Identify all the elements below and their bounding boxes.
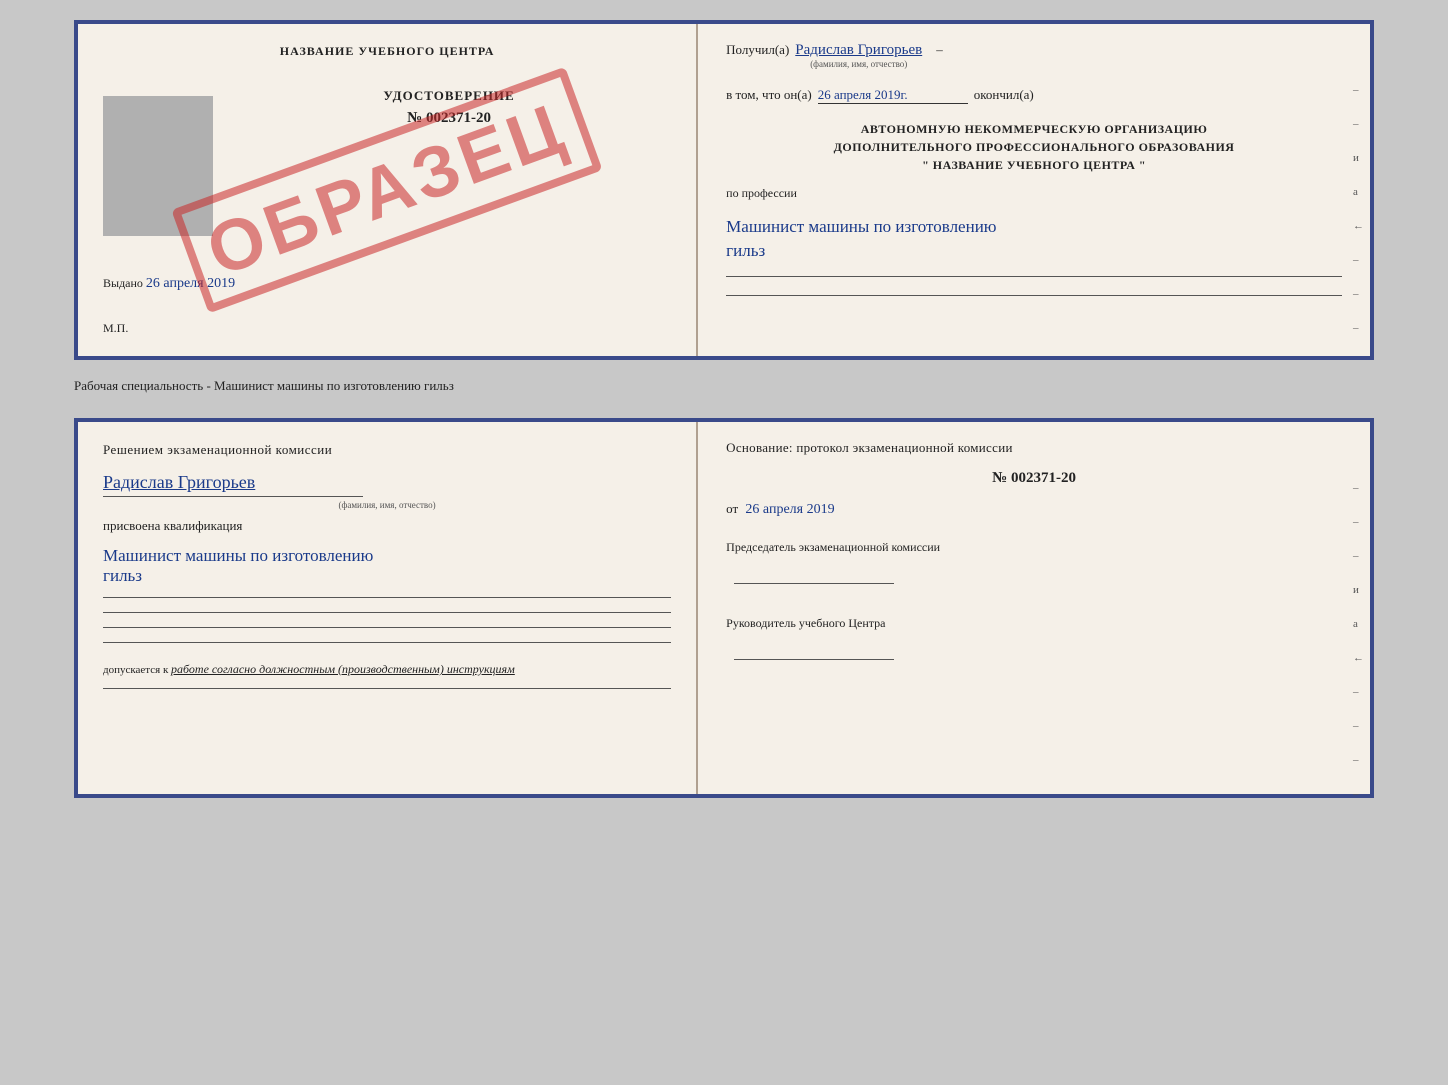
- profession-label: по профессии: [726, 186, 1342, 201]
- school-name-top: НАЗВАНИЕ УЧЕБНОГО ЦЕНТРА: [103, 44, 671, 59]
- poluchil-name: Радислав Григорьев: [795, 42, 922, 58]
- subtitle-line: Рабочая специальность - Машинист машины …: [74, 378, 454, 394]
- ruk-block: Руководитель учебного Центра: [726, 616, 1342, 664]
- top-document: НАЗВАНИЕ УЧЕБНОГО ЦЕНТРА УДОСТОВЕРЕНИЕ №…: [74, 20, 1374, 360]
- org-block: АВТОНОМНУЮ НЕКОММЕРЧЕСКУЮ ОРГАНИЗАЦИЮ ДО…: [726, 120, 1342, 174]
- line-sep3: [103, 597, 671, 598]
- line-sep2: [726, 295, 1342, 296]
- ot-label: от: [726, 501, 738, 516]
- side-marks-top: – – и а ← – – –: [1353, 84, 1364, 334]
- cert-number: № 002371-20: [407, 110, 491, 127]
- profession-value2: гильз: [726, 241, 1342, 261]
- ruk-label: Руководитель учебного Центра: [726, 616, 1342, 631]
- bottom-doc-left: Решением экзаменационной комиссии Радисл…: [78, 422, 698, 794]
- mp-line: М.П.: [103, 321, 671, 336]
- org-line1: АВТОНОМНУЮ НЕКОММЕРЧЕСКУЮ ОРГАНИЗАЦИЮ: [726, 120, 1342, 138]
- dopusk-value: работе согласно должностным (производств…: [171, 662, 515, 676]
- photo-placeholder: [103, 96, 213, 236]
- dopusk-label: допускается к: [103, 664, 168, 676]
- profession-value: Машинист машины по изготовлению: [726, 217, 1342, 237]
- line-sep7: [103, 688, 671, 689]
- kvalif-value2: гильз: [103, 566, 671, 586]
- document-container: НАЗВАНИЕ УЧЕБНОГО ЦЕНТРА УДОСТОВЕРЕНИЕ №…: [74, 20, 1374, 798]
- pred-sig-line: [734, 583, 894, 584]
- issued-line: Выдано 26 апреля 2019: [103, 276, 671, 292]
- top-doc-left: НАЗВАНИЕ УЧЕБНОГО ЦЕНТРА УДОСТОВЕРЕНИЕ №…: [78, 24, 698, 356]
- komissia-heading: Решением экзаменационной комиссии: [103, 442, 671, 458]
- side-marks-bottom: – – – и а ← – – – –: [1353, 482, 1364, 800]
- fio-note: (фамилия, имя, отчество): [795, 59, 922, 69]
- okonchil-label: окончил(а): [974, 87, 1034, 103]
- issued-label: Выдано: [103, 276, 143, 290]
- komissia-fio: Радислав Григорьев: [103, 472, 255, 492]
- poluchil-label: Получил(а): [726, 42, 789, 58]
- poluchil-line: Получил(а) Радислав Григорьев (фамилия, …: [726, 42, 1342, 59]
- org-line3: " НАЗВАНИЕ УЧЕБНОГО ЦЕНТРА ": [726, 156, 1342, 174]
- line-sep5: [103, 627, 671, 628]
- vtom-label: в том, что он(а): [726, 87, 812, 103]
- kvalif-value: Машинист машины по изготовлению: [103, 546, 671, 566]
- line-sep1: [726, 276, 1342, 277]
- top-doc-right: Получил(а) Радислав Григорьев (фамилия, …: [698, 24, 1370, 356]
- ot-date: 26 апреля 2019: [745, 502, 834, 517]
- bottom-doc-right: Основание: протокол экзаменационной коми…: [698, 422, 1370, 794]
- org-line2: ДОПОЛНИТЕЛЬНОГО ПРОФЕССИОНАЛЬНОГО ОБРАЗО…: [726, 138, 1342, 156]
- cert-title: УДОСТОВЕРЕНИЕ: [383, 88, 514, 104]
- vtom-date: 26 апреля 2019г.: [818, 87, 968, 104]
- ruk-sig-line: [734, 659, 894, 660]
- dash-separator: –: [936, 42, 943, 58]
- vtom-line: в том, что он(а) 26 апреля 2019г. окончи…: [726, 87, 1342, 104]
- protocol-number: № 002371-20: [726, 470, 1342, 487]
- komissia-fio-note: (фамилия, имя, отчество): [103, 500, 671, 510]
- dopuskaetsya-line: допускается к работе согласно должностны…: [103, 662, 671, 677]
- ot-date-line: от 26 апреля 2019: [726, 501, 1342, 518]
- issued-date: 26 апреля 2019: [146, 276, 235, 291]
- line-sep4: [103, 612, 671, 613]
- line-sep6: [103, 642, 671, 643]
- bottom-document: Решением экзаменационной комиссии Радисл…: [74, 418, 1374, 798]
- pred-block: Председатель экзаменационной комиссии: [726, 540, 1342, 588]
- osnov-text: Основание: протокол экзаменационной коми…: [726, 440, 1342, 456]
- top-heading-left: НАЗВАНИЕ УЧЕБНОГО ЦЕНТРА: [103, 44, 671, 59]
- pred-label: Председатель экзаменационной комиссии: [726, 540, 1342, 555]
- prisvoena-text: присвоена квалификация: [103, 518, 671, 534]
